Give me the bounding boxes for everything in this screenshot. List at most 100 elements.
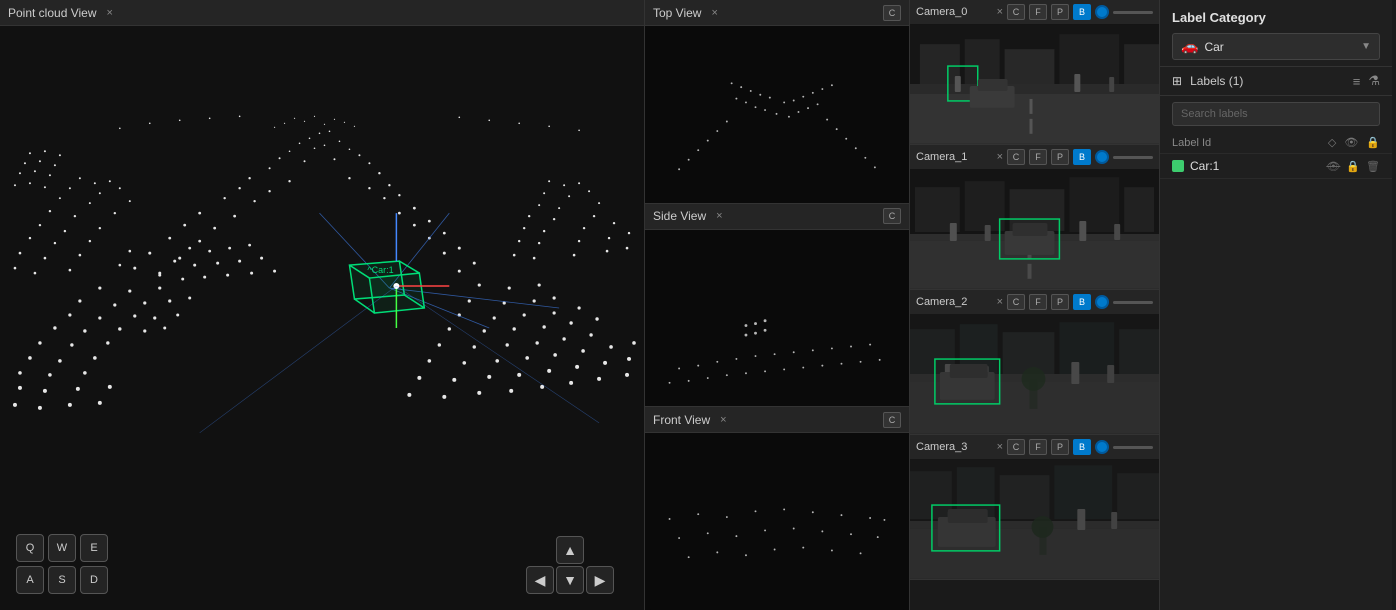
top-view-svg xyxy=(645,26,909,203)
col-shape-icon: ◇ xyxy=(1328,136,1336,149)
camera-2-svg xyxy=(910,314,1159,434)
key-e[interactable]: E xyxy=(80,534,108,562)
arrow-row-up: ▲ xyxy=(556,536,584,564)
camera-2-btn-f[interactable]: F xyxy=(1029,294,1047,310)
filter-icon[interactable]: ⚗ xyxy=(1368,73,1380,89)
navigation-keys: Q W E A S D xyxy=(16,534,108,594)
side-view-content[interactable] xyxy=(645,230,909,407)
camera-0-title: Camera_0 xyxy=(916,6,989,18)
labels-title: ⊞ Labels (1) xyxy=(1172,74,1243,88)
label-item-car1[interactable]: Car:1 👁 🔒 🗑 xyxy=(1160,154,1392,179)
key-a[interactable]: A xyxy=(16,566,44,594)
arrow-up[interactable]: ▲ xyxy=(556,536,584,564)
point-cloud-canvas[interactable]: ^Car:1 Q W xyxy=(0,26,644,610)
camera-1-toggle[interactable] xyxy=(1095,150,1109,164)
key-s[interactable]: S xyxy=(48,566,76,594)
front-view-title: Front View xyxy=(653,413,710,427)
camera-3-btn-b[interactable]: B xyxy=(1073,439,1091,455)
top-view-content[interactable] xyxy=(645,26,909,203)
top-view-title: Top View xyxy=(653,6,701,20)
side-view-svg xyxy=(645,230,909,407)
camera-2-panel: Camera_2 × C F P B xyxy=(910,290,1159,435)
point-cloud-svg: ^Car:1 xyxy=(0,26,644,610)
camera-3-header: Camera_3 × C F P B xyxy=(910,435,1159,459)
sort-icon[interactable]: ≡ xyxy=(1353,74,1361,89)
camera-0-panel: Camera_0 × C F P B xyxy=(910,0,1159,145)
camera-0-btn-b[interactable]: B xyxy=(1073,4,1091,20)
camera-1-slider[interactable] xyxy=(1113,156,1153,159)
top-view-header: Top View × C xyxy=(645,0,909,26)
label-eye-off-icon[interactable]: 👁 xyxy=(1326,160,1340,173)
col-lock-icon: 🔒 xyxy=(1366,136,1380,149)
camera-3-close[interactable]: × xyxy=(997,441,1003,453)
camera-0-svg xyxy=(910,24,1159,144)
key-w[interactable]: W xyxy=(48,534,76,562)
key-q[interactable]: Q xyxy=(16,534,44,562)
front-view-content[interactable] xyxy=(645,433,909,610)
col-visibility-icon: 👁 xyxy=(1344,136,1358,149)
col-id-header: Label Id xyxy=(1172,137,1328,149)
key-d[interactable]: D xyxy=(80,566,108,594)
camera-1-panel: Camera_1 × C F P B xyxy=(910,145,1159,290)
camera-3-toggle[interactable] xyxy=(1095,440,1109,454)
side-view-close[interactable]: × xyxy=(716,210,722,222)
camera-0-toggle[interactable] xyxy=(1095,5,1109,19)
point-cloud-panel: Point cloud View × xyxy=(0,0,645,610)
category-name: Car xyxy=(1204,40,1355,54)
camera-2-btn-b[interactable]: B xyxy=(1073,294,1091,310)
camera-2-toggle[interactable] xyxy=(1095,295,1109,309)
point-cloud-title: Point cloud View xyxy=(8,6,97,20)
label-delete-icon[interactable]: 🗑 xyxy=(1366,160,1380,173)
key-row-qwe: Q W E xyxy=(16,534,108,562)
front-view-header: Front View × C xyxy=(645,407,909,433)
category-dropdown[interactable]: 🚗 Car ▼ xyxy=(1172,33,1380,60)
camera-0-btn-f[interactable]: F xyxy=(1029,4,1047,20)
camera-2-btn-c[interactable]: C xyxy=(1007,294,1025,310)
arrow-row-mid: ◀ ▼ ▶ xyxy=(526,566,614,594)
side-view-header: Side View × C xyxy=(645,204,909,230)
camera-3-btn-f[interactable]: F xyxy=(1029,439,1047,455)
arrow-left[interactable]: ◀ xyxy=(526,566,554,594)
front-view-panel: Front View × C xyxy=(645,407,909,610)
camera-3-btn-p[interactable]: P xyxy=(1051,439,1069,455)
labels-section: ⊞ Labels (1) ≡ ⚗ xyxy=(1160,67,1392,96)
camera-1-image xyxy=(910,169,1159,289)
front-view-close[interactable]: × xyxy=(720,414,726,426)
camera-0-close[interactable]: × xyxy=(997,6,1003,18)
label-panel: Label Category 🚗 Car ▼ ⊞ Labels (1) ≡ ⚗ … xyxy=(1160,0,1392,610)
label-name-car1: Car:1 xyxy=(1190,159,1320,173)
label-list-header: Label Id ◇ 👁 🔒 xyxy=(1160,132,1392,154)
camera-0-slider[interactable] xyxy=(1113,11,1153,14)
top-view-close[interactable]: × xyxy=(711,7,717,19)
top-view-icon[interactable]: C xyxy=(883,5,901,21)
top-view-panel: Top View × C xyxy=(645,0,909,204)
camera-2-image xyxy=(910,314,1159,434)
camera-3-btn-c[interactable]: C xyxy=(1007,439,1025,455)
camera-1-close[interactable]: × xyxy=(997,151,1003,163)
front-view-icon[interactable]: C xyxy=(883,412,901,428)
camera-2-close[interactable]: × xyxy=(997,296,1003,308)
camera-3-panel: Camera_3 × C F P B xyxy=(910,435,1159,580)
point-cloud-close[interactable]: × xyxy=(107,7,113,19)
category-icon: 🚗 xyxy=(1181,38,1198,55)
camera-0-btn-c[interactable]: C xyxy=(1007,4,1025,20)
label-lock-icon[interactable]: 🔒 xyxy=(1346,160,1360,173)
arrow-right[interactable]: ▶ xyxy=(586,566,614,594)
camera-1-title: Camera_1 xyxy=(916,151,989,163)
camera-column: Camera_0 × C F P B xyxy=(910,0,1160,610)
camera-0-btn-p[interactable]: P xyxy=(1051,4,1069,20)
search-labels-input[interactable] xyxy=(1172,102,1380,126)
arrow-keys: ▲ ◀ ▼ ▶ xyxy=(526,536,614,594)
camera-1-btn-f[interactable]: F xyxy=(1029,149,1047,165)
camera-1-btn-p[interactable]: P xyxy=(1051,149,1069,165)
camera-2-slider[interactable] xyxy=(1113,301,1153,304)
arrow-down[interactable]: ▼ xyxy=(556,566,584,594)
camera-3-title: Camera_3 xyxy=(916,441,989,453)
front-view-svg xyxy=(645,433,909,610)
side-view-icon[interactable]: C xyxy=(883,208,901,224)
camera-3-slider[interactable] xyxy=(1113,446,1153,449)
middle-column: Top View × C xyxy=(645,0,910,610)
camera-2-btn-p[interactable]: P xyxy=(1051,294,1069,310)
camera-1-btn-b[interactable]: B xyxy=(1073,149,1091,165)
camera-1-btn-c[interactable]: C xyxy=(1007,149,1025,165)
